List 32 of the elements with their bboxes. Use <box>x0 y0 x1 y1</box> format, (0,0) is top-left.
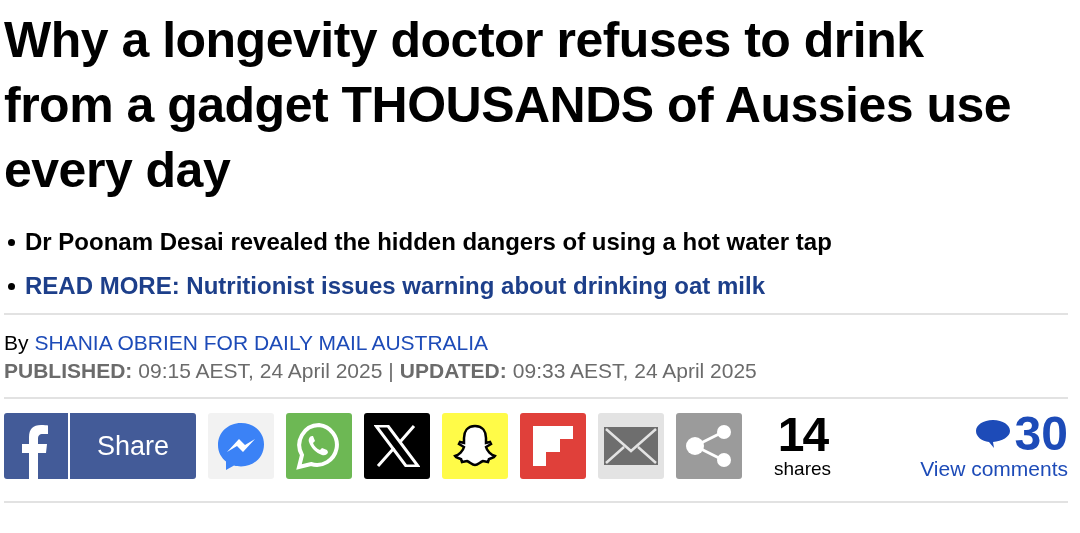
byline-prefix: By <box>4 330 29 356</box>
date-separator: | <box>388 358 394 384</box>
x-button[interactable] <box>364 413 430 479</box>
view-comments-link[interactable]: View comments <box>920 457 1068 481</box>
facebook-share-button[interactable]: Share <box>4 413 196 479</box>
ghost-icon <box>452 423 498 469</box>
whatsapp-button[interactable] <box>286 413 352 479</box>
messenger-icon <box>216 421 266 471</box>
summary-bullet: Dr Poonam Desai revealed the hidden dangers of using a hot water tap <box>25 227 832 257</box>
flipboard-icon <box>533 426 573 466</box>
envelope-icon <box>604 427 658 465</box>
share-button[interactable] <box>676 413 742 479</box>
speech-bubble-icon <box>974 419 1011 449</box>
share-icon <box>685 424 733 468</box>
published-label: PUBLISHED: <box>4 358 133 384</box>
messenger-button[interactable] <box>208 413 274 479</box>
bullet-icon <box>8 282 15 290</box>
comment-count: 30 <box>1014 411 1068 457</box>
x-logo-icon <box>374 425 420 467</box>
snapchat-button[interactable] <box>442 413 508 479</box>
author-link[interactable]: SHANIA OBRIEN FOR DAILY MAIL AUSTRALIA <box>34 329 489 357</box>
facebook-icon <box>21 423 51 479</box>
article-headline: Why a longevity doctor refuses to drink from a gadget THOUSANDS of Aussies use every day <box>4 11 1013 200</box>
published-date: 09:15 AEST, 24 April 2025 <box>138 358 383 384</box>
read-more-link[interactable]: READ MORE: Nutritionist issues warning about drinking oat milk <box>25 269 766 303</box>
share-count: 14 <box>777 412 828 458</box>
flipboard-button[interactable] <box>520 413 586 479</box>
shares-label: shares <box>774 458 832 480</box>
updated-label: UPDATED: <box>399 358 507 384</box>
email-button[interactable] <box>598 413 664 479</box>
bullet-icon <box>8 238 15 246</box>
updated-date: 09:33 AEST, 24 April 2025 <box>512 358 757 384</box>
